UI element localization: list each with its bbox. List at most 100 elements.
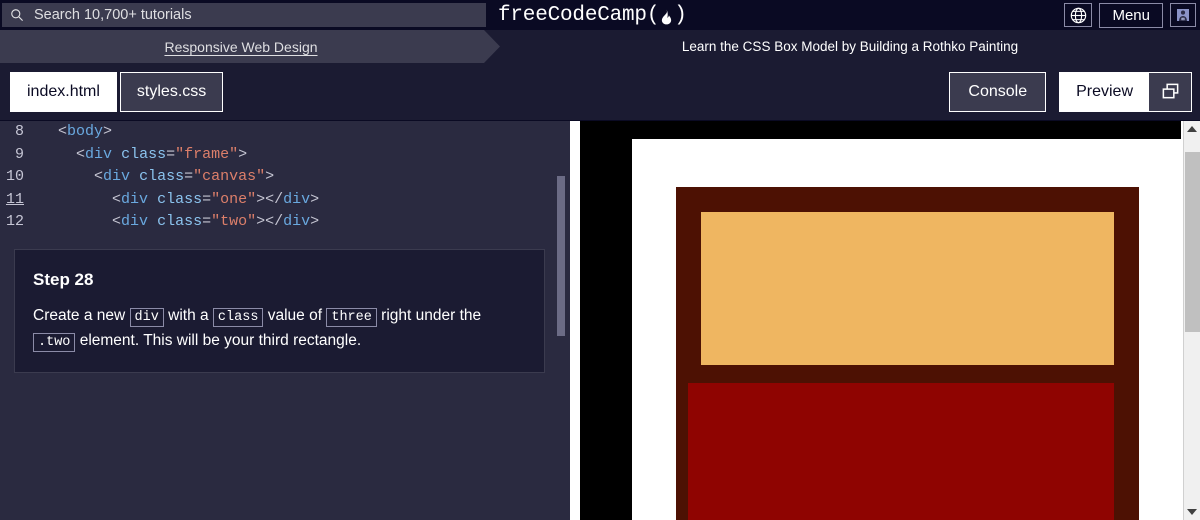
code-line[interactable]: 11 <div class="one"></div> [0, 189, 570, 212]
code-line[interactable]: 10 <div class="canvas"> [0, 166, 570, 189]
preview-button[interactable]: Preview [1060, 72, 1149, 111]
code-token-str: "canvas" [193, 168, 266, 185]
top-navigation-actions: Menu [1064, 0, 1196, 30]
editor-scrollbar[interactable] [557, 121, 565, 520]
code-token-punct [148, 191, 157, 208]
code-token-punct: < [94, 168, 104, 185]
code-token-punct: < [76, 145, 86, 163]
search-input[interactable] [34, 7, 478, 23]
toolbar-actions: Console Preview [949, 71, 1192, 112]
rothko-rectangle-one [676, 187, 1139, 383]
code-token-punct [130, 168, 139, 185]
search-icon [11, 9, 24, 22]
editor-toolbar: index.html styles.css Console Preview [0, 63, 1200, 120]
language-button[interactable] [1064, 3, 1093, 27]
rothko-frame [580, 121, 1181, 520]
code-editor[interactable]: 8 <body> 9 <div class="frame"> 10 <div cla… [0, 120, 570, 520]
line-number-8: 8 [14, 123, 24, 140]
scroll-down-arrow-icon[interactable] [1184, 504, 1200, 520]
code-token-punct: > [310, 213, 320, 230]
inline-code-class: class [212, 308, 264, 327]
breadcrumb-challenge-title: Learn the CSS Box Model by Building a Ro… [681, 39, 1019, 54]
code-token-punct: < [58, 123, 68, 140]
instruction-text-2: with a [163, 307, 213, 324]
line-number-12: 12 [5, 213, 24, 230]
tab-styles-css[interactable]: styles.css [119, 71, 224, 112]
flame-icon [662, 9, 672, 25]
expand-preview-button[interactable] [1149, 72, 1191, 111]
code-line-text: <body> [32, 121, 112, 144]
inline-code-two-selector: .two [33, 332, 76, 352]
breadcrumb-superblock-link[interactable]: Responsive Web Design [164, 39, 317, 55]
preview-viewport [573, 121, 1181, 520]
line-number-11: 11 [5, 190, 24, 208]
code-token-punct: ></ [256, 213, 284, 230]
inline-code-div: div [129, 308, 164, 327]
breadcrumb-superblock[interactable]: Responsive Web Design [0, 30, 500, 63]
code-token-eq: = [166, 145, 176, 163]
code-line[interactable]: 9 <div class="frame"> [0, 144, 570, 167]
code-token-punct: < [112, 190, 122, 208]
top-navigation-bar: freeCodeCamp( ) Menu [0, 0, 1200, 30]
code-line-text: <div class="one"></div> [32, 189, 319, 212]
scroll-thumb[interactable] [1185, 152, 1200, 332]
instruction-text-1: Create a new [33, 307, 130, 324]
editor-scrollbar-thumb[interactable] [557, 176, 565, 336]
search-bar[interactable] [2, 3, 486, 27]
main-content: 8 <body> 9 <div class="frame"> 10 <div cla… [0, 120, 1200, 520]
code-token-tag: div [121, 190, 149, 208]
step-description: Create a new div with a class value of t… [33, 304, 526, 354]
code-token-punct [148, 213, 157, 230]
line-number-10: 10 [5, 168, 24, 185]
instruction-text-5: element. This will be your third rectang… [75, 331, 362, 349]
code-token-tag: body [67, 123, 104, 140]
instructions-panel: Step 28 Create a new div with a class va… [14, 249, 545, 373]
brand-text-after: ) [674, 3, 687, 27]
instruction-text-3: value of [263, 307, 327, 324]
page-scrollbar[interactable] [1183, 121, 1200, 520]
brand-text-before: freeCodeCamp( [498, 3, 660, 27]
code-token-punct [112, 146, 121, 163]
code-token-str: "frame" [175, 145, 239, 163]
preview-button-group: Preview [1059, 71, 1192, 112]
code-token-attr: class [157, 190, 203, 208]
code-token-str: "one" [211, 190, 257, 208]
code-token-eq: = [202, 213, 212, 230]
breadcrumb: Responsive Web Design Learn the CSS Box … [0, 30, 1200, 63]
code-line-text: <div class="canvas"> [32, 166, 274, 189]
code-line[interactable]: 12 <div class="two"></div> [0, 211, 570, 234]
line-number-9: 9 [14, 145, 24, 163]
code-token-punct: > [103, 123, 113, 140]
code-token-tag: div [283, 190, 311, 208]
code-token-punct: ></ [256, 190, 284, 208]
tab-index-html[interactable]: index.html [10, 71, 117, 112]
code-line-text: <div class="frame"> [32, 144, 247, 167]
globe-icon [1070, 7, 1087, 23]
file-tab-list: index.html styles.css [10, 71, 224, 112]
console-button[interactable]: Console [949, 71, 1047, 112]
scroll-up-arrow-icon[interactable] [1184, 121, 1200, 137]
code-token-str: "two" [211, 213, 257, 230]
code-token-tag: div [85, 145, 113, 163]
code-token-eq: = [202, 190, 212, 208]
rothko-rectangle-two [676, 383, 1139, 520]
code-token-punct: > [265, 168, 275, 185]
avatar-button[interactable] [1170, 3, 1196, 27]
code-token-attr: class [139, 168, 185, 185]
freecodecamp-logo[interactable]: freeCodeCamp( ) [498, 4, 687, 27]
code-token-punct: < [112, 213, 122, 230]
code-token-tag: div [103, 168, 131, 185]
code-token-attr: class [121, 145, 167, 163]
code-token-attr: class [157, 213, 203, 230]
code-token-eq: = [184, 168, 194, 185]
freecodecamp-challenge-page: freeCodeCamp( ) Menu [0, 0, 1200, 520]
instruction-text-4: right under the [376, 307, 482, 324]
inline-code-three: three [326, 308, 377, 327]
code-token-tag: div [121, 213, 149, 230]
code-token-punct: > [238, 145, 248, 163]
step-title: Step 28 [33, 270, 94, 289]
code-token-tag: div [283, 213, 311, 230]
code-line[interactable]: 8 <body> [0, 121, 570, 144]
preview-pane [570, 120, 1200, 520]
menu-button[interactable]: Menu [1099, 2, 1163, 28]
